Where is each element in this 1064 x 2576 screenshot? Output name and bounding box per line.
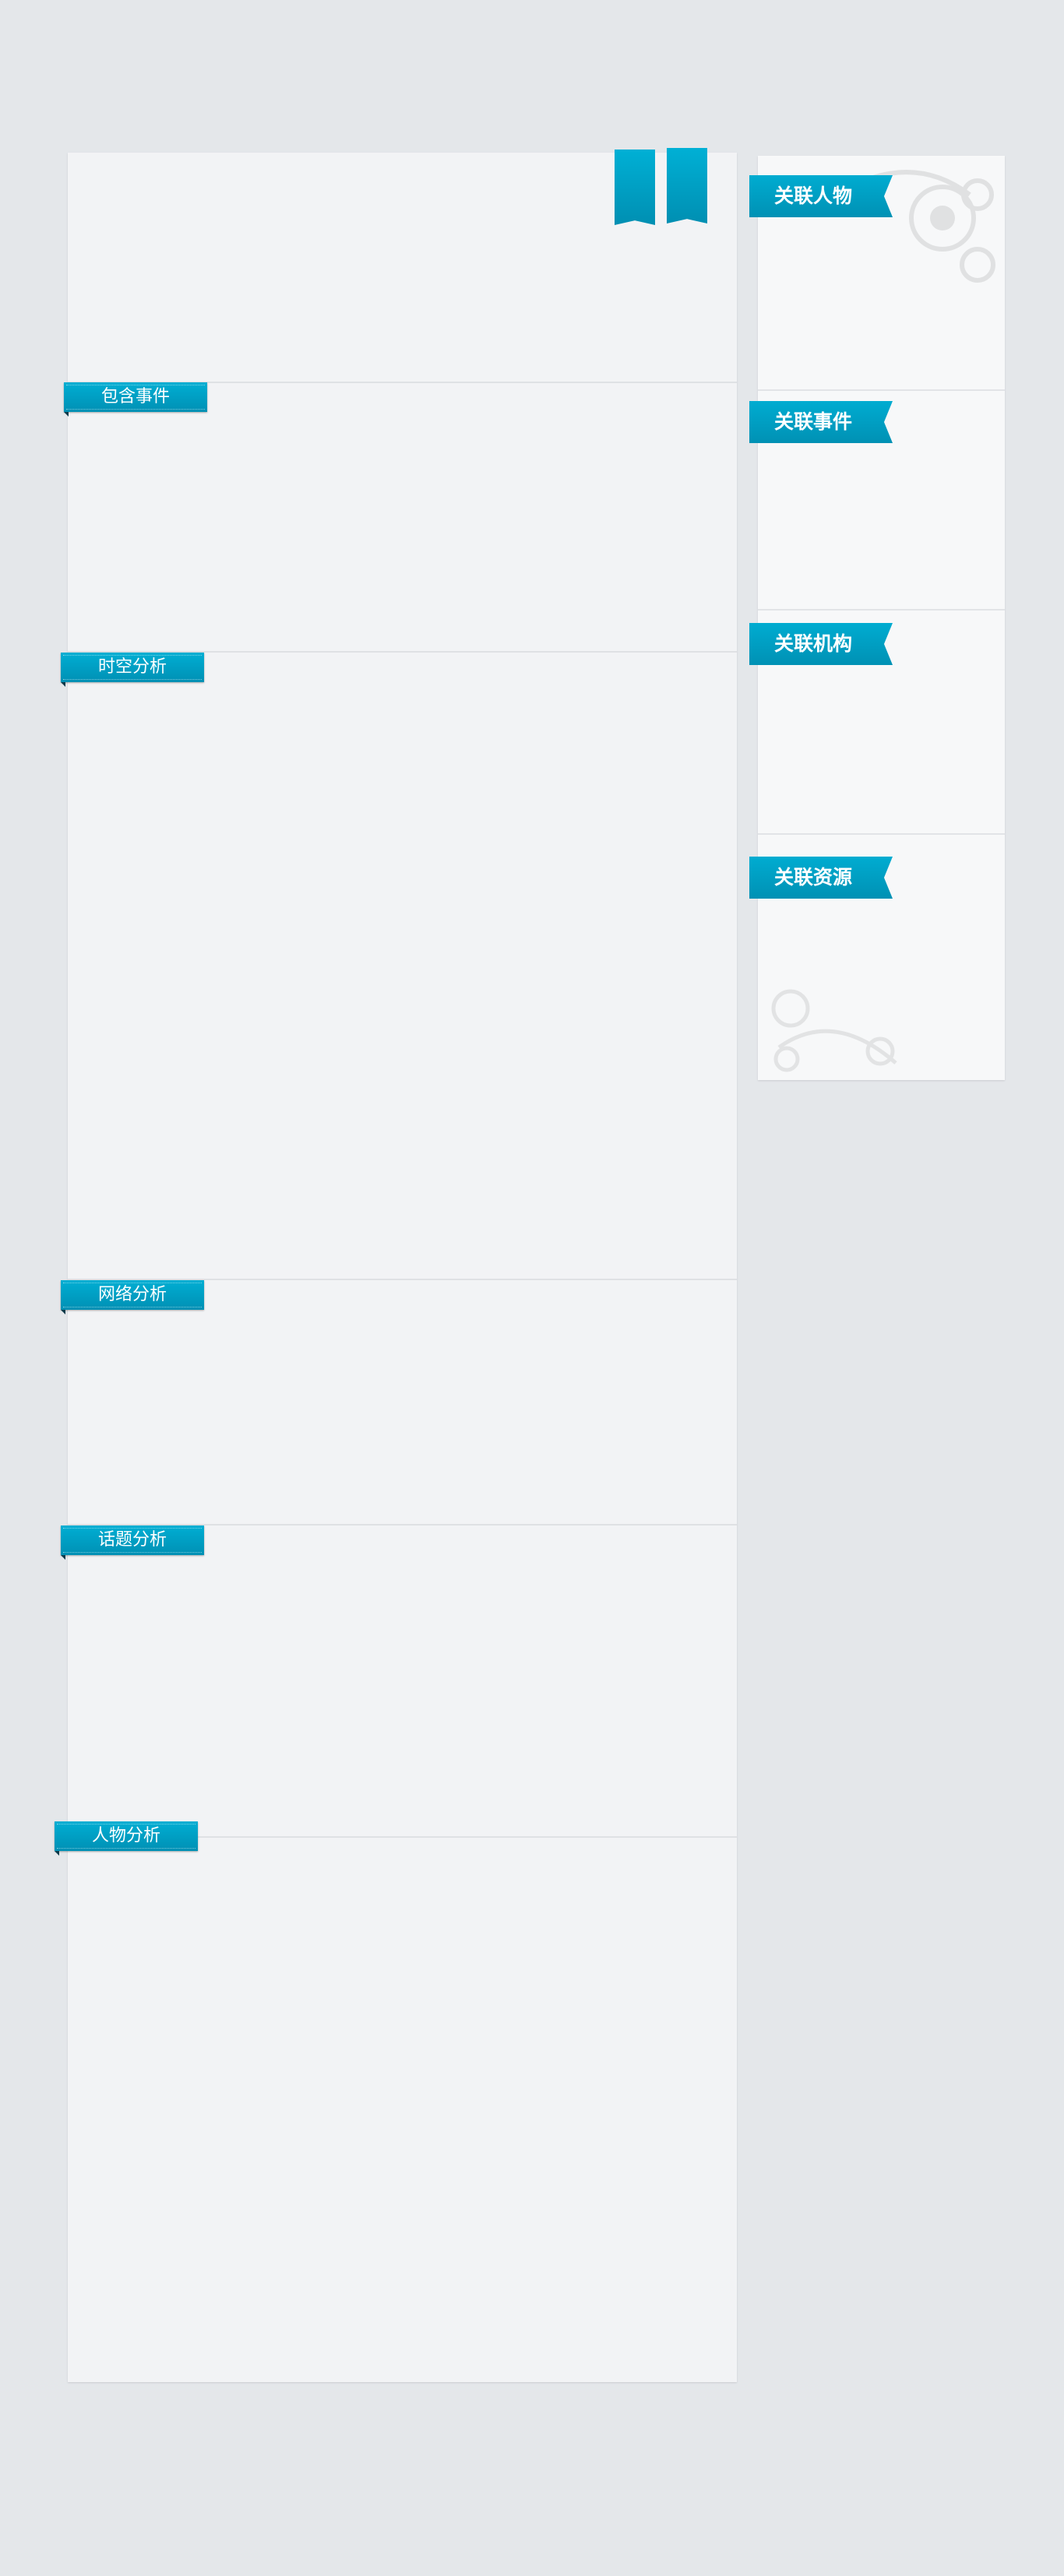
- sidebar-divider: [758, 389, 1005, 391]
- section-label-network: 网络分析: [61, 1280, 204, 1314]
- sidebar-label-related-organizations: 关联机构: [749, 623, 893, 665]
- swirl-ornament-icon: [771, 989, 897, 1072]
- section-label-topic: 话题分析: [61, 1526, 204, 1560]
- sidebar-divider: [758, 609, 1005, 611]
- section-label-spatiotemporal: 时空分析: [61, 653, 204, 687]
- sidebar-label-related-people: 关联人物: [749, 175, 893, 217]
- sidebar-panel: [758, 156, 1005, 1080]
- bookmark-ribbon-icon[interactable]: [615, 150, 655, 225]
- section-label-events: 包含事件: [64, 382, 207, 417]
- bookmark-ribbon-icon[interactable]: [667, 148, 707, 223]
- section-label-person: 人物分析: [55, 1821, 198, 1856]
- main-panel: [68, 153, 737, 2382]
- sidebar-label-related-events: 关联事件: [749, 401, 893, 443]
- sidebar-label-related-resources: 关联资源: [749, 857, 893, 899]
- sidebar-divider: [758, 833, 1005, 835]
